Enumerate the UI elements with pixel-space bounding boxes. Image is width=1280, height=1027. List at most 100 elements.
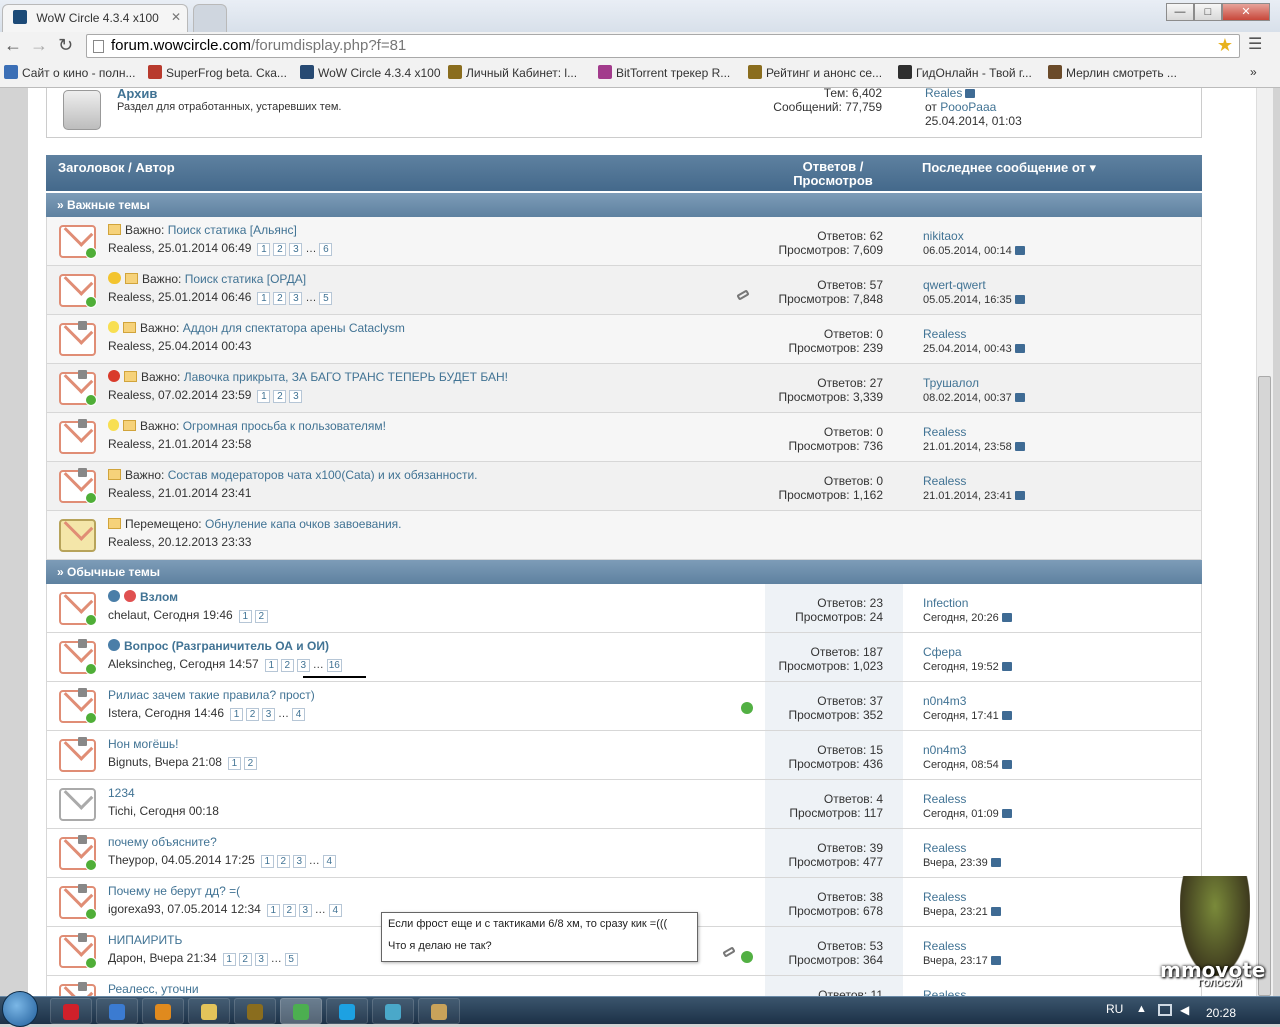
page-link[interactable]: 1 — [257, 390, 271, 403]
thread-author[interactable]: Realess, 25.04.2014 00:43 — [108, 339, 251, 353]
page-link[interactable]: 4 — [328, 904, 342, 917]
thread-row[interactable]: Важно: Состав модераторов чата x100(Cata… — [46, 462, 1202, 511]
close-window-button[interactable]: ✕ — [1222, 3, 1270, 21]
page-link[interactable]: 16 — [326, 659, 342, 672]
bookmark-item[interactable]: Сайт о кино - полн... — [4, 65, 135, 80]
forum-last-author-link[interactable]: Reales — [925, 88, 962, 100]
new-posts-badge-icon[interactable] — [85, 859, 97, 871]
taskbar-app-button[interactable] — [142, 998, 184, 1024]
page-link[interactable]: 3 — [298, 904, 312, 917]
page-link[interactable]: 2 — [273, 243, 287, 256]
page-link[interactable]: 1 — [230, 708, 244, 721]
new-tab-button[interactable] — [193, 4, 227, 32]
bookmark-item[interactable]: BitTorrent трекер R... — [598, 65, 730, 80]
taskbar-app-button[interactable] — [50, 998, 92, 1024]
network-icon[interactable] — [1158, 1004, 1172, 1016]
page-link[interactable]: 1 — [238, 610, 252, 623]
page-link[interactable]: 4 — [292, 708, 306, 721]
bookmark-star-icon[interactable]: ★ — [1217, 35, 1233, 56]
new-posts-badge-icon[interactable] — [85, 712, 97, 724]
bookmark-item[interactable]: ГидОнлайн - Твой г... — [898, 65, 1032, 80]
thread-title-link[interactable]: Обнуление капа очков завоевания. — [205, 517, 402, 531]
thread-title-link[interactable]: НИПАИРИТЬ — [108, 933, 182, 947]
browser-tab[interactable]: WoW Circle 4.3.4 x100 ✕ — [2, 4, 188, 32]
go-to-last-post-icon[interactable] — [990, 858, 1001, 867]
page-link[interactable]: 2 — [243, 757, 257, 770]
last-post-user-link[interactable]: Realess — [923, 425, 966, 439]
taskbar-app-button[interactable] — [234, 998, 276, 1024]
go-to-post-icon[interactable] — [965, 89, 976, 98]
thread-author[interactable]: Realess, 25.01.2014 06:46 — [108, 290, 251, 304]
page-link[interactable]: 3 — [289, 292, 303, 305]
taskbar-app-button[interactable] — [326, 998, 368, 1024]
thread-author[interactable]: Дарон, Вчера 21:34 — [108, 951, 217, 965]
go-first-unread-icon[interactable] — [108, 590, 120, 602]
tab-close-icon[interactable]: ✕ — [171, 10, 181, 24]
new-posts-badge-icon[interactable] — [85, 908, 97, 920]
taskbar-app-button[interactable] — [280, 998, 322, 1024]
thread-author[interactable]: Theypop, 04.05.2014 17:25 — [108, 853, 255, 867]
thread-title-link[interactable]: Реалесс, уточни — [108, 982, 199, 996]
thread-title-link[interactable]: Взлом — [140, 590, 178, 604]
page-link[interactable]: 2 — [254, 610, 268, 623]
tray-arrow-icon[interactable]: ▲ — [1136, 1003, 1147, 1015]
language-indicator[interactable]: RU — [1106, 1002, 1123, 1016]
thread-title-link[interactable]: Вопрос (Разграничитель ОА и ОИ) — [124, 639, 329, 653]
thread-title-link[interactable]: Поиск статика [ОРДА] — [185, 272, 306, 286]
thread-author[interactable]: Realess, 20.12.2013 23:33 — [108, 535, 251, 549]
scrollbar-thumb[interactable] — [1258, 376, 1271, 996]
go-to-last-post-icon[interactable] — [1001, 613, 1012, 622]
page-link[interactable]: 3 — [292, 855, 306, 868]
thread-row[interactable]: почему объясните? Theypop, 04.05.2014 17:… — [46, 829, 1202, 878]
page-link[interactable]: 3 — [289, 390, 303, 403]
thread-title-link[interactable]: Лавочка прикрыта, ЗА БАГО ТРАНС ТЕПЕРЬ Б… — [184, 370, 508, 384]
new-posts-badge-icon[interactable] — [85, 663, 97, 675]
address-bar[interactable]: forum.wowcircle.com/forumdisplay.php?f=8… — [86, 34, 1240, 58]
page-link[interactable]: 3 — [296, 659, 310, 672]
thread-author[interactable]: Tichi, Сегодня 00:18 — [108, 804, 219, 818]
forward-arrow-icon[interactable]: → — [30, 36, 48, 54]
thread-row[interactable]: Важно: Поиск статика [Альянс] Realess, 25… — [46, 217, 1202, 266]
thread-row[interactable]: Нон могёшь! Bignuts, Вчера 21:08 1 2 Ответов… — [46, 731, 1202, 780]
taskbar-app-button[interactable] — [188, 998, 230, 1024]
thread-title-link[interactable]: Состав модераторов чата x100(Cata) и их … — [168, 468, 478, 482]
sort-by-last-post-link[interactable]: Последнее сообщение от ▾ — [922, 160, 1096, 176]
go-to-last-post-icon[interactable] — [1001, 809, 1012, 818]
page-link[interactable]: 4 — [322, 855, 336, 868]
go-to-last-post-icon[interactable] — [1014, 344, 1025, 353]
go-to-last-post-icon[interactable] — [1014, 393, 1025, 402]
last-post-user-link[interactable]: nikitaox — [923, 229, 964, 243]
go-to-last-post-icon[interactable] — [1001, 711, 1012, 720]
thread-row[interactable]: Важно: Лавочка прикрыта, ЗА БАГО ТРАНС Т… — [46, 364, 1202, 413]
go-to-last-post-icon[interactable] — [990, 907, 1001, 916]
reload-icon[interactable]: ↻ — [58, 36, 73, 54]
go-to-last-post-icon[interactable] — [1014, 442, 1025, 451]
menu-icon[interactable]: ☰ — [1248, 36, 1262, 54]
page-link[interactable]: 2 — [273, 390, 287, 403]
go-to-last-post-icon[interactable] — [1001, 662, 1012, 671]
page-link[interactable]: 2 — [246, 708, 260, 721]
bookmarks-more-button[interactable]: » — [1250, 65, 1257, 79]
last-post-user-link[interactable]: Realess — [923, 988, 966, 996]
thread-title-link[interactable]: почему объясните? — [108, 835, 217, 849]
thread-row[interactable]: Вопрос (Разграничитель ОА и ОИ) Aleksinch… — [46, 633, 1202, 682]
last-post-user-link[interactable]: Realess — [923, 939, 966, 953]
volume-icon[interactable]: ◀ — [1180, 1003, 1189, 1017]
go-to-last-post-icon[interactable] — [1014, 491, 1025, 500]
last-post-user-link[interactable]: n0n4m3 — [923, 743, 966, 757]
thread-row[interactable]: Рилиас зачем такие правила? прост) Istera… — [46, 682, 1202, 731]
bookmark-item[interactable]: Мерлин смотреть ... — [1048, 65, 1177, 80]
last-post-user-link[interactable]: Realess — [923, 792, 966, 806]
thread-title-link[interactable]: Огромная просьба к пользователям! — [183, 419, 386, 433]
page-link[interactable]: 2 — [273, 292, 287, 305]
mmovote-widget[interactable]: mmovote ГОЛОСУЙ — [1130, 872, 1265, 996]
page-link[interactable]: 3 — [262, 708, 276, 721]
taskbar-app-button[interactable] — [418, 998, 460, 1024]
page-link[interactable]: 1 — [227, 757, 241, 770]
page-link[interactable]: 2 — [276, 855, 290, 868]
maximize-button[interactable]: □ — [1194, 3, 1222, 21]
sort-by-title-link[interactable]: Заголовок / Автор — [58, 160, 175, 175]
start-button[interactable] — [2, 991, 38, 1027]
thread-row[interactable]: 1234 Tichi, Сегодня 00:18 Ответов: 4 Просмо… — [46, 780, 1202, 829]
page-link[interactable]: 2 — [282, 904, 296, 917]
